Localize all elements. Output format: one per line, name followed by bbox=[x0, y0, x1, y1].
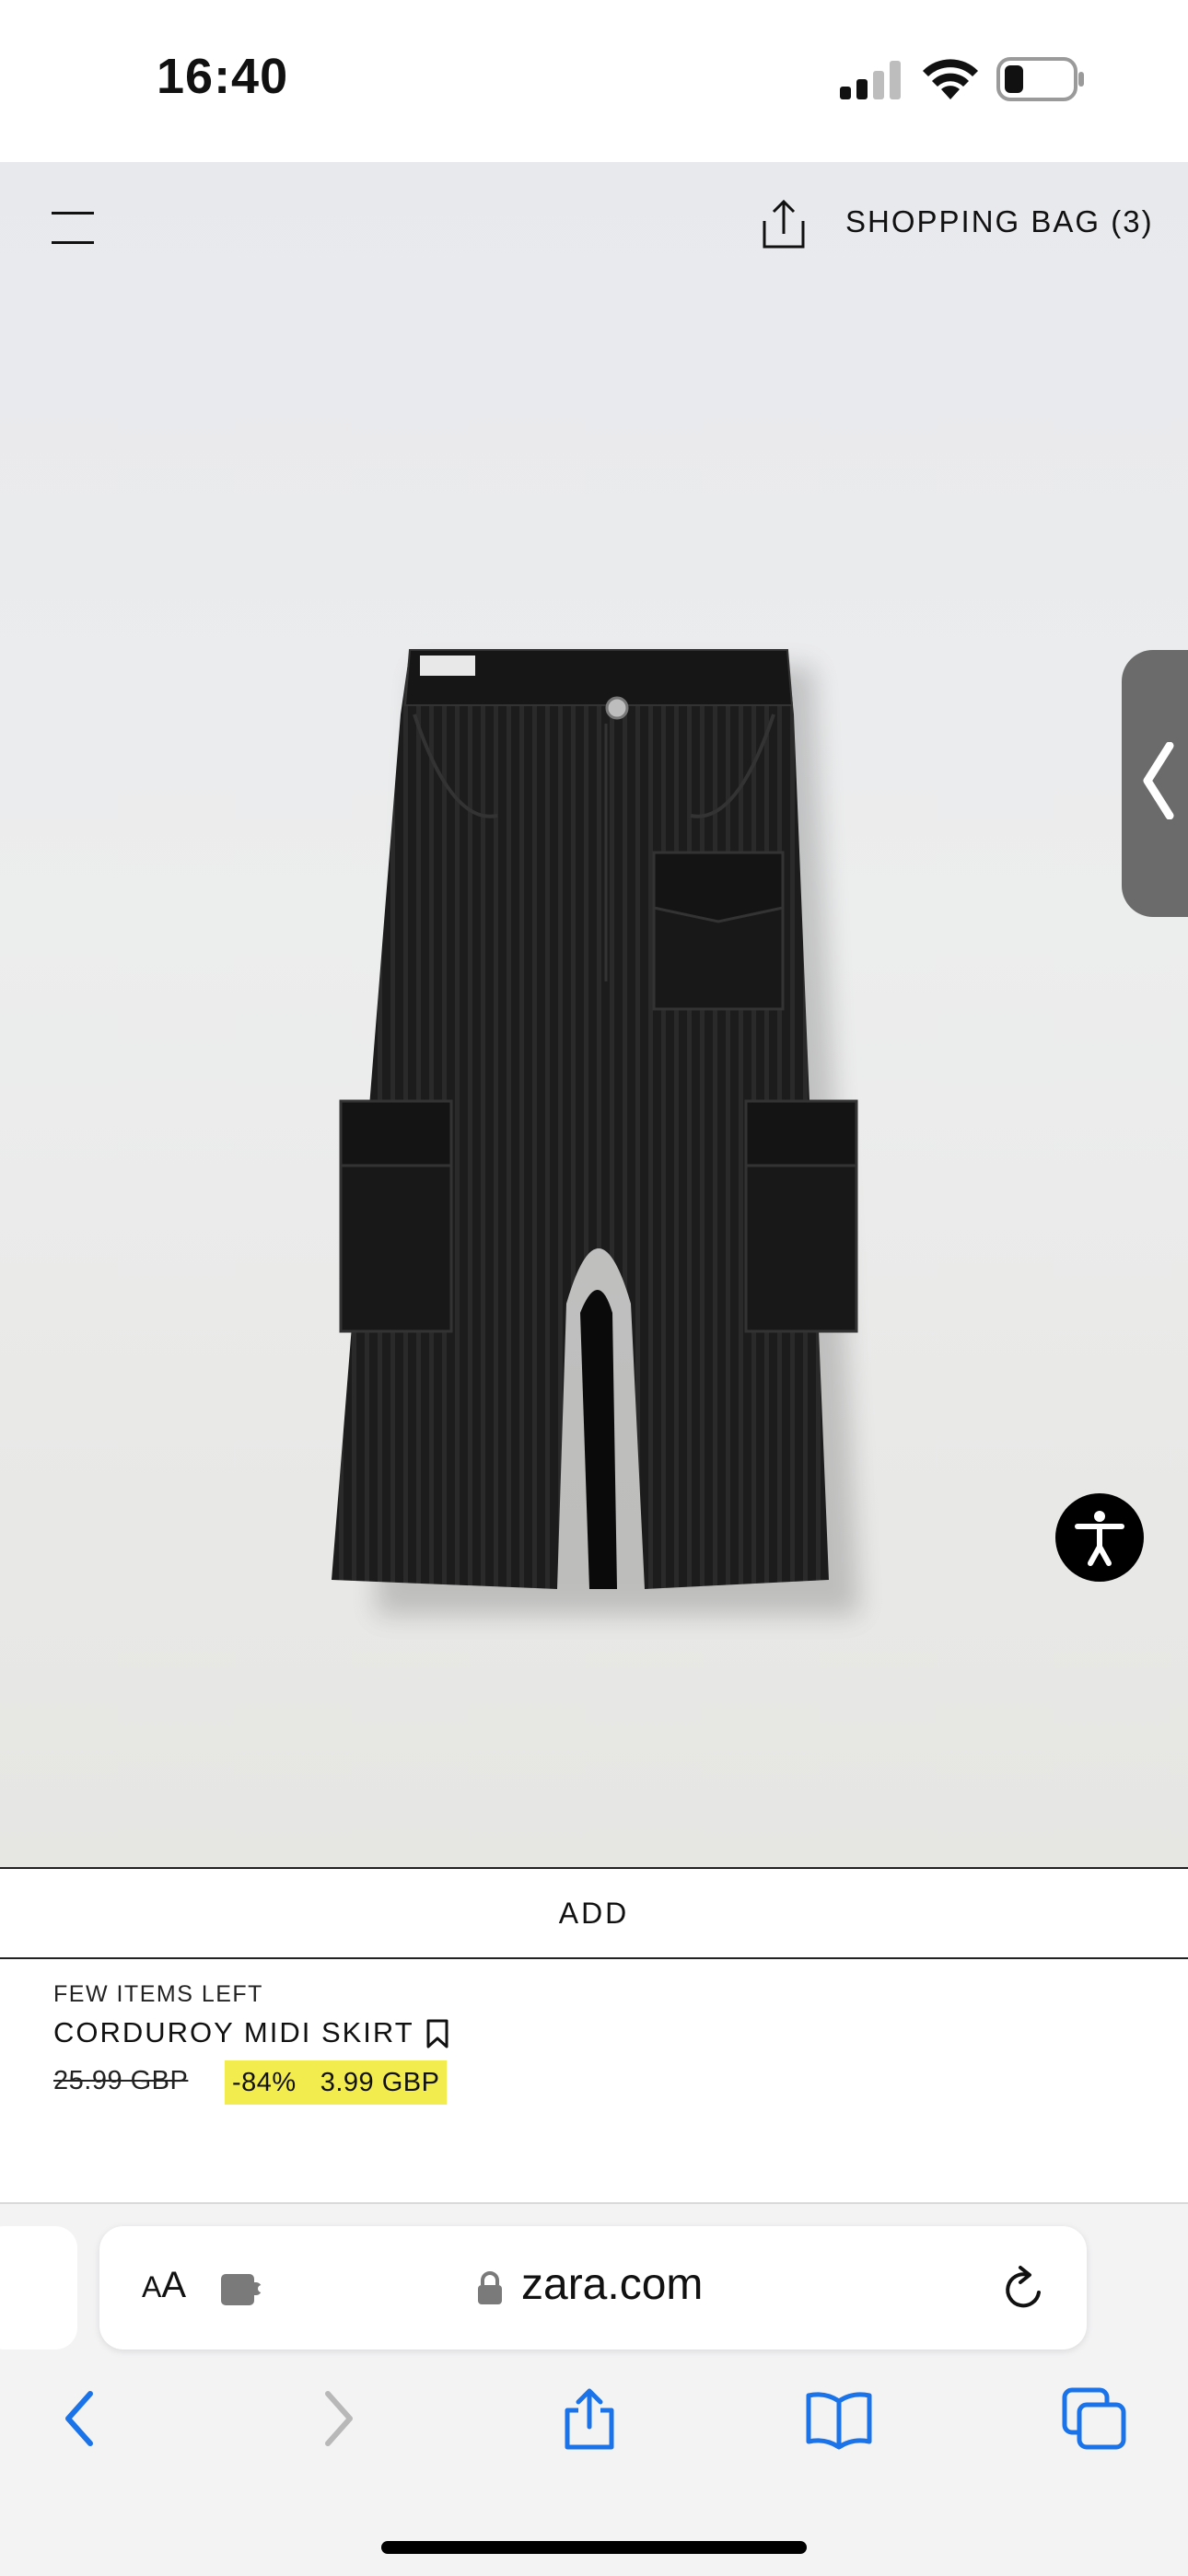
accessibility-button[interactable] bbox=[1055, 1493, 1144, 1582]
product-image[interactable] bbox=[313, 641, 884, 1681]
sale-price: 3.99 GBP bbox=[320, 2067, 440, 2097]
discount-percent: -84% bbox=[232, 2067, 297, 2097]
product-hero: SHOPPING BAG (3) bbox=[0, 162, 1188, 1867]
cellular-signal-icon bbox=[840, 61, 901, 99]
forward-icon[interactable] bbox=[319, 2386, 359, 2451]
tabs-icon[interactable] bbox=[1061, 2386, 1127, 2451]
home-indicator bbox=[381, 2541, 807, 2554]
shopping-bag-button[interactable]: SHOPPING BAG (3) bbox=[845, 204, 1154, 239]
sale-price-badge: -84% 3.99 GBP bbox=[225, 2060, 448, 2105]
bookmark-icon[interactable] bbox=[425, 2018, 449, 2049]
original-price: 25.99 GBP bbox=[53, 2066, 189, 2095]
lock-icon bbox=[478, 2271, 502, 2304]
reload-icon[interactable] bbox=[1002, 2263, 1048, 2313]
side-panel-tab[interactable] bbox=[1122, 650, 1188, 917]
wifi-icon bbox=[923, 59, 978, 99]
share-icon[interactable] bbox=[763, 199, 805, 250]
chevron-left-icon bbox=[1143, 742, 1174, 819]
text-size-button[interactable]: AA bbox=[142, 2265, 186, 2306]
back-icon[interactable] bbox=[59, 2386, 99, 2451]
text-size-large-a: A bbox=[161, 2265, 187, 2305]
battery-icon bbox=[996, 57, 1084, 101]
hamburger-menu-icon[interactable] bbox=[52, 210, 94, 247]
browser-share-icon[interactable] bbox=[560, 2386, 619, 2451]
url-domain[interactable]: zara.com bbox=[521, 2259, 703, 2310]
product-name: CORDUROY MIDI SKIRT bbox=[53, 2016, 414, 2048]
bookmarks-icon[interactable] bbox=[805, 2386, 873, 2451]
previous-tab-preview[interactable] bbox=[0, 2226, 77, 2350]
text-size-small-a: A bbox=[142, 2270, 162, 2303]
add-to-bag-button[interactable]: ADD bbox=[0, 1867, 1188, 1959]
extension-icon[interactable] bbox=[219, 2270, 267, 2307]
accessibility-icon bbox=[1075, 1511, 1124, 1566]
status-time: 16:40 bbox=[157, 49, 289, 104]
availability-text: FEW ITEMS LEFT bbox=[53, 1981, 263, 2007]
